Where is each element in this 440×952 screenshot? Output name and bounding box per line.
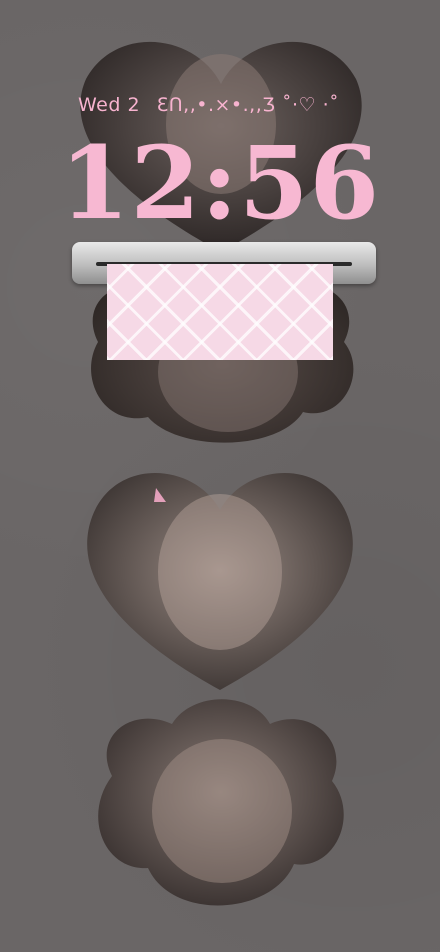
decorative-widget-text: ƐՈ,,•.×•.,,Ʒ ˚·♡ ·˚ [156,94,340,116]
lock-screen-time: 12:56 [59,124,381,242]
photo-heart-middle [84,462,356,690]
photo-scallop-bottom [82,696,358,924]
date-label: Wed 2 [78,94,141,116]
printed-paper [107,264,333,360]
lock-screen-date: Wed 2 ƐՈ,,•.×•.,,Ʒ ˚·♡ ·˚ [78,94,339,116]
